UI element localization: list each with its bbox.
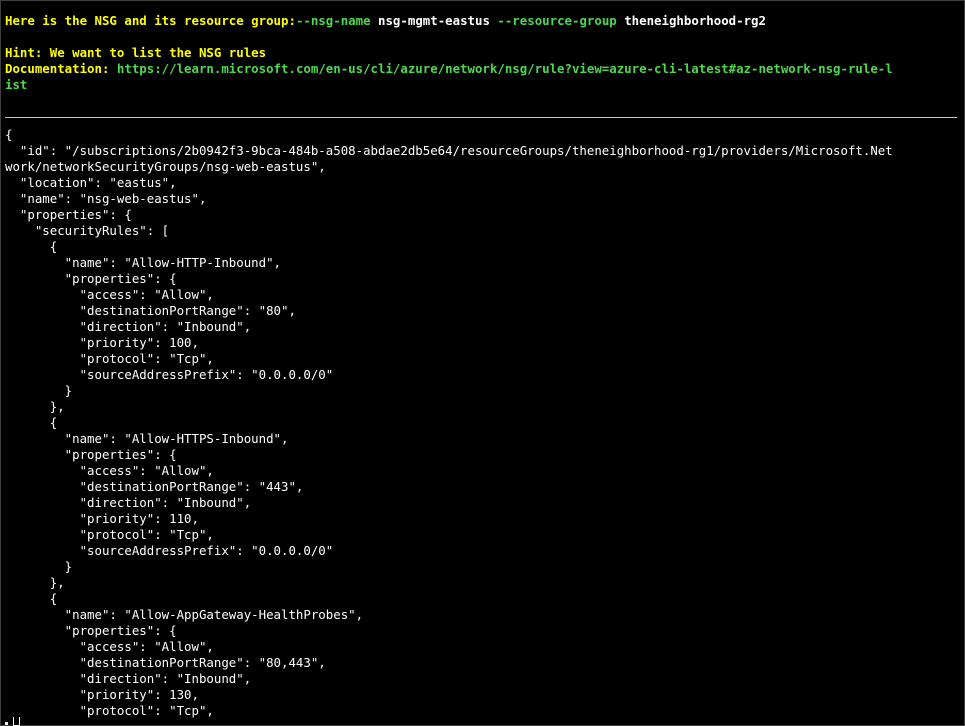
output-line: {	[5, 239, 58, 254]
output-line: "properties": {	[5, 447, 177, 462]
terminal-cursor[interactable]	[13, 717, 20, 726]
nsg-value: nsg-mgmt-eastus	[378, 13, 490, 28]
output-line: },	[5, 399, 65, 414]
output-line: "priority": 110,	[5, 511, 199, 526]
output-line: "access": "Allow",	[5, 287, 214, 302]
output-line: "priority": 130,	[5, 687, 199, 702]
output-line: "securityRules": [	[5, 223, 170, 238]
output-line: "direction": "Inbound",	[5, 495, 252, 510]
output-line: "direction": "Inbound",	[5, 671, 252, 686]
resource-group-flag: --resource-group	[497, 13, 617, 28]
terminal-window[interactable]: Here is the NSG and its resource group:-…	[0, 0, 965, 726]
output-line: "name": "Allow-HTTP-Inbound",	[5, 255, 282, 270]
output-line: "location": "eastus",	[5, 175, 177, 190]
output-line: },	[5, 575, 65, 590]
output-line: "access": "Allow",	[5, 463, 214, 478]
intro-label: Here is the NSG and its resource group:	[5, 13, 296, 28]
documentation-label: Documentation:	[5, 61, 110, 76]
documentation-link-continued[interactable]: ist	[5, 77, 27, 93]
output-line: "name": "nsg-web-eastus",	[5, 191, 207, 206]
output-line: }	[5, 559, 73, 574]
output-line: "destinationPortRange": "443",	[5, 479, 304, 494]
resource-group-value: theneighborhood-rg2	[624, 13, 766, 28]
output-line: {	[5, 415, 58, 430]
intro-line: Here is the NSG and its resource group:-…	[5, 13, 766, 29]
hint-line: Hint: We want to list the NSG rules	[5, 45, 267, 60]
output-line: "id": "/subscriptions/2b0942f3-9bca-484b…	[5, 143, 893, 158]
output-line: "direction": "Inbound",	[5, 319, 252, 334]
output-line: "properties": {	[5, 207, 132, 222]
output-line: "name": "Allow-HTTPS-Inbound",	[5, 431, 289, 446]
output-line: {	[5, 591, 58, 606]
output-line: }	[5, 383, 73, 398]
prompt-marker	[5, 722, 8, 725]
documentation-line: Documentation: https://learn.microsoft.c…	[5, 61, 893, 77]
output-line: {	[5, 127, 13, 142]
output-line: work/networkSecurityGroups/nsg-web-eastu…	[5, 159, 326, 174]
output-line: "sourceAddressPrefix": "0.0.0.0/0"	[5, 367, 334, 382]
output-line: "protocol": "Tcp",	[5, 351, 214, 366]
output-line: "destinationPortRange": "80,443",	[5, 655, 326, 670]
output-line: "properties": {	[5, 623, 177, 638]
output-line: "destinationPortRange": "80",	[5, 303, 296, 318]
output-line: "priority": 100,	[5, 335, 199, 350]
documentation-link[interactable]: https://learn.microsoft.com/en-us/cli/az…	[117, 61, 893, 76]
output-line: "name": "Allow-AppGateway-HealthProbes",	[5, 607, 364, 622]
output-line: "protocol": "Tcp",	[5, 703, 214, 718]
nsg-flag: --nsg-name	[295, 13, 371, 28]
output-line: "properties": {	[5, 271, 177, 286]
output-line: "sourceAddressPrefix": "0.0.0.0/0"	[5, 543, 334, 558]
output-divider	[5, 117, 957, 118]
output-line: "protocol": "Tcp",	[5, 527, 214, 542]
output-line: "access": "Allow",	[5, 639, 214, 654]
